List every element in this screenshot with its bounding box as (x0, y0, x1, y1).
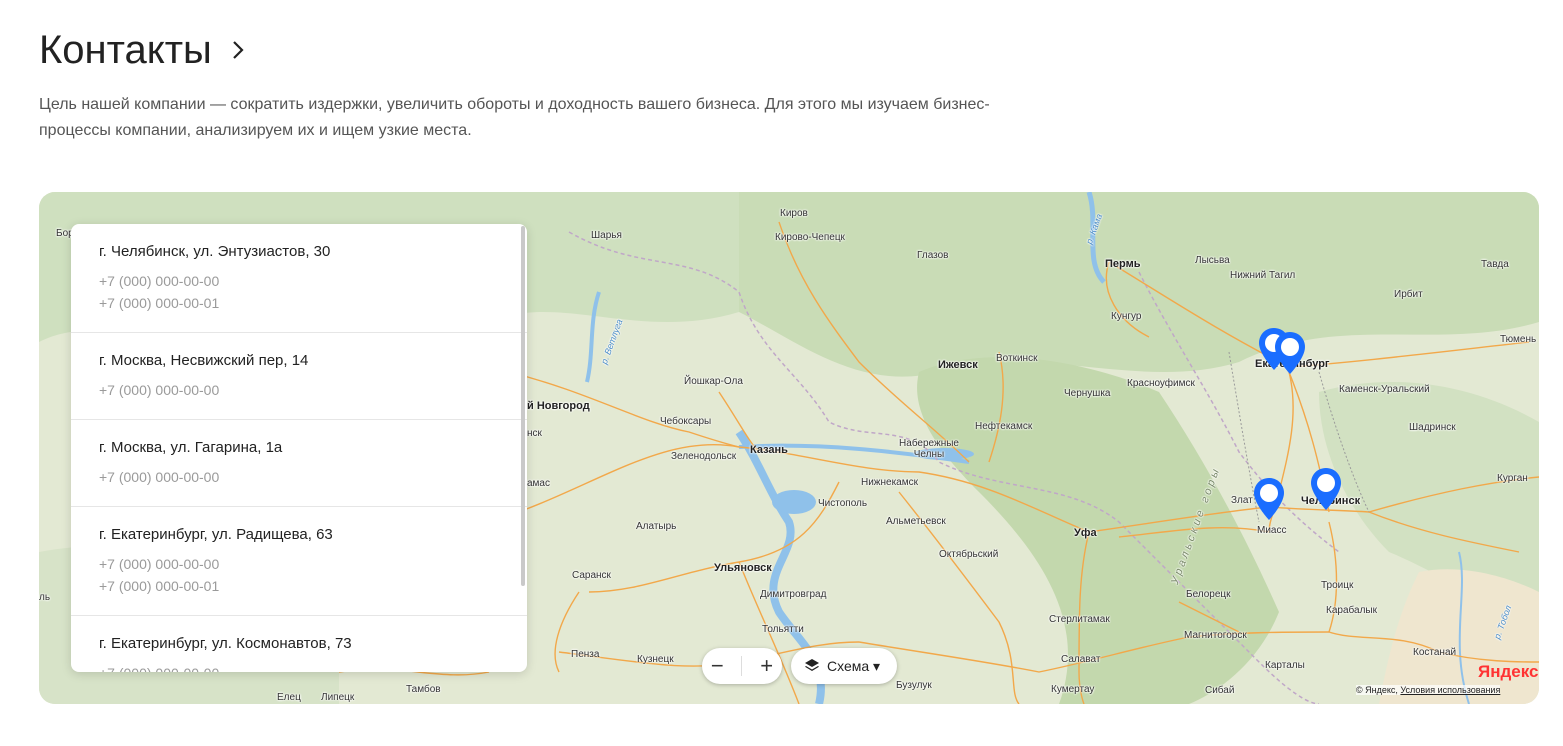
layers-button[interactable]: Схема ▾ (791, 648, 897, 684)
zoom-in-button[interactable]: + (760, 655, 773, 677)
city-label: Злат (1231, 495, 1253, 506)
city-label: Йошкар-Ола (684, 376, 743, 387)
map-pin-icon[interactable] (1309, 466, 1343, 512)
city-label: Тольятти (762, 624, 804, 635)
city-label: Воткинск (996, 353, 1038, 364)
map-copyright: © Яндекс, Условия использования (1356, 685, 1501, 695)
city-label: Шарья (591, 230, 622, 241)
contact-address: г. Челябинск, ул. Энтузиастов, 30 (99, 243, 331, 260)
map-pin-icon[interactable] (1252, 476, 1286, 522)
city-label: Ульяновск (714, 562, 772, 574)
city-label: Альметьевск (886, 516, 946, 527)
contact-address: г. Екатеринбург, ул. Радищева, 63 (99, 526, 333, 543)
chevron-right-icon (233, 41, 244, 59)
city-label: Пермь (1105, 258, 1141, 270)
contact-item[interactable]: г. Челябинск, ул. Энтузиастов, 30 +7 (00… (71, 224, 527, 333)
map-pin-icon[interactable] (1273, 330, 1307, 376)
terms-link[interactable]: Условия использования (1400, 685, 1500, 695)
city-label: й Новгород (527, 400, 590, 412)
city-label: Курган (1497, 473, 1528, 484)
contact-phone[interactable]: +7 (000) 000-00-00 (99, 270, 499, 292)
contact-phone[interactable]: +7 (000) 000-00-01 (99, 292, 499, 314)
contact-item[interactable]: г. Москва, ул. Гагарина, 1а +7 (000) 000… (71, 420, 527, 507)
city-label: Чистополь (818, 498, 868, 509)
city-label: Глазов (917, 250, 949, 261)
city-label: Стерлитамак (1049, 614, 1110, 625)
divider (741, 656, 743, 676)
city-label: Липецк (321, 692, 355, 703)
city-label: Миасс (1257, 525, 1287, 536)
city-label: Карталы (1265, 660, 1305, 671)
city-label: Зеленодольск (671, 451, 737, 462)
city-label: Димитровград (760, 589, 827, 600)
contact-address: г. Екатеринбург, ул. Космонавтов, 73 (99, 635, 352, 652)
city-label: Нефтекамск (975, 421, 1033, 432)
city-label: Лысьва (1195, 255, 1230, 266)
yandex-logo: Яндекс (1478, 662, 1538, 682)
city-label: Елец (277, 692, 301, 703)
city-label: Саранск (572, 570, 611, 581)
city-label: Кумертау (1051, 684, 1095, 695)
city-label: Сибай (1205, 685, 1235, 696)
contact-phone[interactable]: +7 (000) 000-00-01 (99, 575, 499, 597)
city-label: Октябрьский (939, 549, 999, 560)
city-label: амас (527, 478, 550, 489)
city-label: Карабалык (1326, 605, 1377, 616)
city-label: Уфа (1074, 527, 1097, 539)
city-label: Казань (750, 444, 788, 456)
contact-item[interactable]: г. Екатеринбург, ул. Радищева, 63 +7 (00… (71, 507, 527, 616)
contact-phone[interactable]: +7 (000) 000-00-00 (99, 379, 499, 401)
city-label: Чернушка (1064, 388, 1111, 399)
layers-icon (805, 659, 819, 671)
contact-phone[interactable]: +7 (000) 000-00-00 (99, 466, 499, 488)
contact-address: г. Москва, Несвижский пер, 14 (99, 352, 309, 369)
contact-phone[interactable]: +7 (000) 000-00-00 (99, 662, 499, 672)
city-label: Набережные Челны (899, 438, 959, 460)
city-label: Красноуфимск (1127, 378, 1195, 389)
contacts-list[interactable]: г. Челябинск, ул. Энтузиастов, 30 +7 (00… (71, 224, 527, 672)
city-label: Ирбит (1394, 289, 1423, 300)
city-label: Пенза (571, 649, 600, 660)
city-label: Алатырь (636, 521, 677, 532)
city-label: Нижний Тагил (1230, 270, 1296, 281)
city-label: Тавда (1481, 259, 1509, 270)
city-label: Тамбов (406, 684, 441, 695)
city-label: Ижевск (938, 359, 978, 371)
city-label: Кузнецк (637, 654, 674, 665)
city-label: Тюмень (1500, 334, 1537, 345)
contact-item[interactable]: г. Екатеринбург, ул. Космонавтов, 73 +7 … (71, 616, 527, 672)
page-description: Цель нашей компании — сократить издержки… (39, 96, 990, 139)
city-label: Кунгур (1111, 311, 1142, 322)
scrollbar[interactable] (521, 226, 525, 586)
city-label: Шадринск (1409, 422, 1456, 433)
city-label: Каменск-Уральский (1339, 384, 1430, 395)
zoom-out-button[interactable]: − (711, 655, 724, 677)
yandex-logo-text: Яндекс (1478, 662, 1539, 681)
contact-address: г. Москва, ул. Гагарина, 1а (99, 439, 283, 456)
contact-phone[interactable]: +7 (000) 000-00-00 (99, 553, 499, 575)
city-label: Нижнекамск (861, 477, 918, 488)
city-label: Бузулук (896, 680, 932, 691)
layers-label: Схема ▾ (827, 657, 881, 674)
zoom-control: − + (702, 648, 782, 684)
city-label: Киров (780, 208, 808, 219)
contacts-title-link[interactable]: Контакты (39, 26, 250, 74)
copyright-text: © Яндекс (1356, 685, 1396, 695)
city-label: Белорецк (1186, 589, 1231, 600)
city-label: Кирово-Чепецк (775, 232, 845, 243)
city-label: Костанай (1413, 647, 1457, 658)
city-label: нск (527, 428, 542, 439)
city-label: ль (39, 592, 51, 603)
city-label: Чебоксары (660, 416, 712, 427)
city-label: Салават (1061, 654, 1101, 665)
city-label: Троицк (1321, 580, 1354, 591)
page-title: Контакты (39, 28, 212, 72)
contact-item[interactable]: г. Москва, Несвижский пер, 14 +7 (000) 0… (71, 333, 527, 420)
city-label: Магнитогорск (1184, 630, 1247, 641)
